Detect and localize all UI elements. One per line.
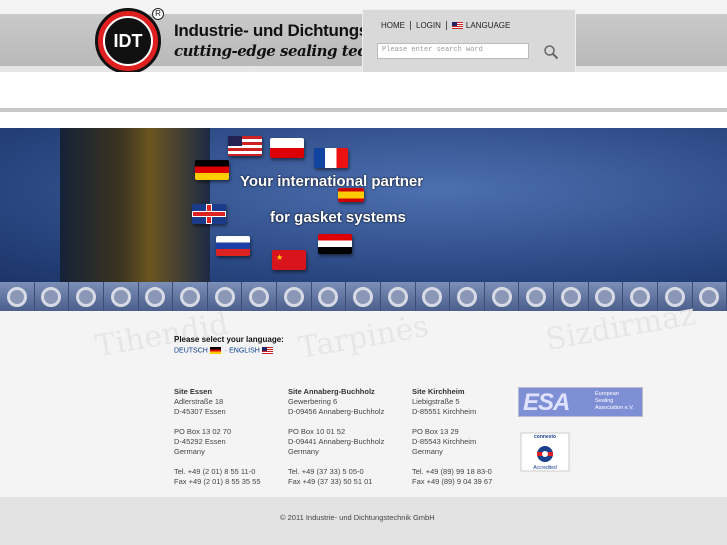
gasket-thumbnail [173,282,208,311]
gasket-thumbnail [277,282,312,311]
home-link[interactable]: HOME [376,21,411,30]
us-flag-icon [451,22,463,30]
gasket-thumbnail [381,282,416,311]
esa-logo[interactable]: ESA European Sealing Association e.V. [518,387,643,417]
banner-headline: Your international partner [240,173,424,190]
site-kirchheim: Site Kirchheim Liebigstraße 5 D-85551 Ki… [412,387,492,487]
copyright: © 2011 Industrie- und Dichtungstechnik G… [280,513,435,522]
spacer [0,112,727,128]
egypt-flag-icon [318,234,352,254]
deutsch-link[interactable]: DEUTSCH [174,347,208,354]
site-tel: Tel. +49 (37 33) 5 05-0 [288,467,364,476]
site-street: Gewerbering 6 [288,397,338,406]
gasket-thumbnail [139,282,174,311]
connexio-logo[interactable]: connexio Accredited [520,432,570,472]
gasket-thumbnail [242,282,277,311]
logo-text: IDT [113,30,143,51]
site-title: Site Annaberg-Buchholz [288,387,375,396]
site-country: Germany [288,447,319,456]
gasket-thumbnail [35,282,70,311]
uk-flag-icon [192,204,226,224]
search-icon[interactable] [543,44,559,60]
us-flag-icon [228,136,262,156]
site-essen: Site Essen Adlerstraße 18 D-45307 Essen … [174,387,261,487]
site-country: Germany [412,447,443,456]
login-link[interactable]: LOGIN [411,21,447,30]
gasket-thumbnail [485,282,520,311]
site-tel: Tel. +49 (2 01) 8 55 11-0 [174,467,256,476]
spacer [0,72,727,108]
refinery-image [60,128,210,282]
poland-flag-icon [270,138,304,158]
gasket-thumbnail [450,282,485,311]
connexio-name: connexio [534,434,556,440]
site-title: Site Essen [174,387,212,396]
gasket-thumbnail [693,282,727,311]
gasket-thumbnail [346,282,381,311]
gasket-thumbnail [519,282,554,311]
gasket-thumbnail [312,282,347,311]
site-pobox: PO Box 10 01 52 [288,427,346,436]
gasket-thumbnail [104,282,139,311]
us-flag-icon [261,347,273,354]
china-flag-icon: ★ [272,250,306,270]
gasket-thumbnail [0,282,35,311]
site-country: Germany [174,447,205,456]
site-fax: Fax +49 (89) 9 04 39 67 [412,477,493,486]
site-annaberg: Site Annaberg-Buchholz Gewerbering 6 D-0… [288,387,384,487]
site-street: Liebigstraße 5 [412,397,460,406]
banner-subheadline: for gasket systems [270,209,406,226]
idt-logo[interactable]: IDT [95,8,161,74]
page: IDT R Industrie- und Dichtungstechnik Gm… [0,0,727,545]
gasket-thumbnail [69,282,104,311]
site-pocity: D-45292 Essen [174,437,226,446]
search-input[interactable]: Please enter search word [377,43,529,59]
header-toolbox [362,9,576,73]
site-fax: Fax +49 (37 33) 50 51 01 [288,477,373,486]
site-pocity: D-09441 Annaberg-Buchholz [288,437,385,446]
site-pobox: PO Box 13 29 [412,427,459,436]
site-city: D-85551 Kirchheim [412,407,477,416]
site-pocity: D-85543 Kirchheim [412,437,477,446]
watermark-text: Tarpinės [295,308,432,367]
gasket-thumbnail [554,282,589,311]
gasket-thumbnail [416,282,451,311]
russia-flag-icon [216,236,250,256]
separator: · [224,347,228,355]
registered-mark-icon: R [152,8,164,20]
language-prompt: Please select your language: [174,335,284,344]
connexio-sub: Accredited [533,465,557,471]
english-link[interactable]: ENGLISH [229,347,260,354]
germany-flag-icon [209,347,221,354]
gasket-thumbnail [589,282,624,311]
top-nav: HOME LOGIN LANGUAGE [376,21,515,30]
site-title: Site Kirchheim [412,387,465,396]
gasket-thumbnail-strip [0,282,727,311]
language-link[interactable]: LANGUAGE [447,21,515,30]
germany-flag-icon [195,160,229,180]
site-fax: Fax +49 (2 01) 8 55 35 55 [174,477,261,486]
site-pobox: PO Box 13 02 70 [174,427,232,436]
language-options: DEUTSCH · ENGLISH [174,347,276,354]
site-tel: Tel. +49 (89) 99 18 83-0 [412,467,492,476]
site-street: Adlerstraße 18 [174,397,224,406]
spain-flag-icon [338,188,364,202]
site-city: D-09456 Annaberg-Buchholz [288,407,385,416]
france-flag-icon [314,148,348,168]
site-city: D-45307 Essen [174,407,226,416]
